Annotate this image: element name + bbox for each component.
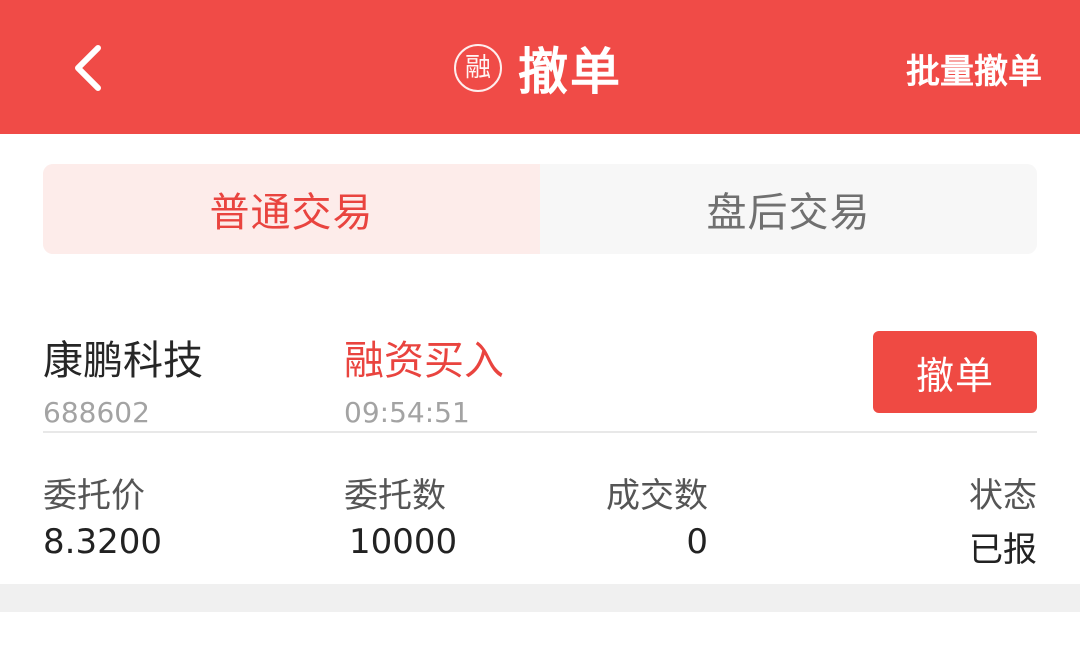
price-label: 委托价	[43, 476, 145, 516]
stock-code: 688602	[43, 396, 150, 429]
status-value: 已报	[969, 530, 1037, 570]
quantity-label: 委托数	[344, 476, 446, 516]
stock-name: 康鹏科技	[43, 338, 203, 384]
chevron-left-icon	[75, 45, 101, 91]
order-type: 融资买入	[344, 338, 504, 384]
margin-trading-seal-icon: 融	[454, 44, 502, 92]
order-time: 09:54:51	[344, 396, 470, 429]
tab-regular-trading[interactable]: 普通交易	[43, 164, 540, 254]
price-value: 8.3200	[43, 522, 162, 562]
order-item: 康鹏科技 688602 融资买入 09:54:51 撤单 委托价 8.3200 …	[0, 254, 1080, 584]
page-title: 撤单	[518, 43, 622, 101]
back-button[interactable]	[62, 38, 122, 98]
filled-label: 成交数	[606, 476, 708, 516]
quantity-value: 10000	[349, 522, 458, 562]
section-separator	[0, 584, 1080, 612]
top-bar: 融 撤单 批量撤单	[0, 0, 1080, 134]
divider	[43, 431, 1037, 433]
status-label: 状态	[969, 476, 1037, 516]
batch-cancel-button[interactable]: 批量撤单	[906, 44, 1042, 93]
tab-after-hours-trading[interactable]: 盘后交易	[540, 164, 1037, 254]
cancel-order-button[interactable]: 撤单	[873, 331, 1037, 413]
trade-type-tabs: 普通交易 盘后交易	[43, 164, 1037, 254]
title-group: 融 撤单	[454, 36, 622, 101]
logo-char: 融	[464, 53, 491, 83]
filled-value: 0	[686, 522, 708, 562]
